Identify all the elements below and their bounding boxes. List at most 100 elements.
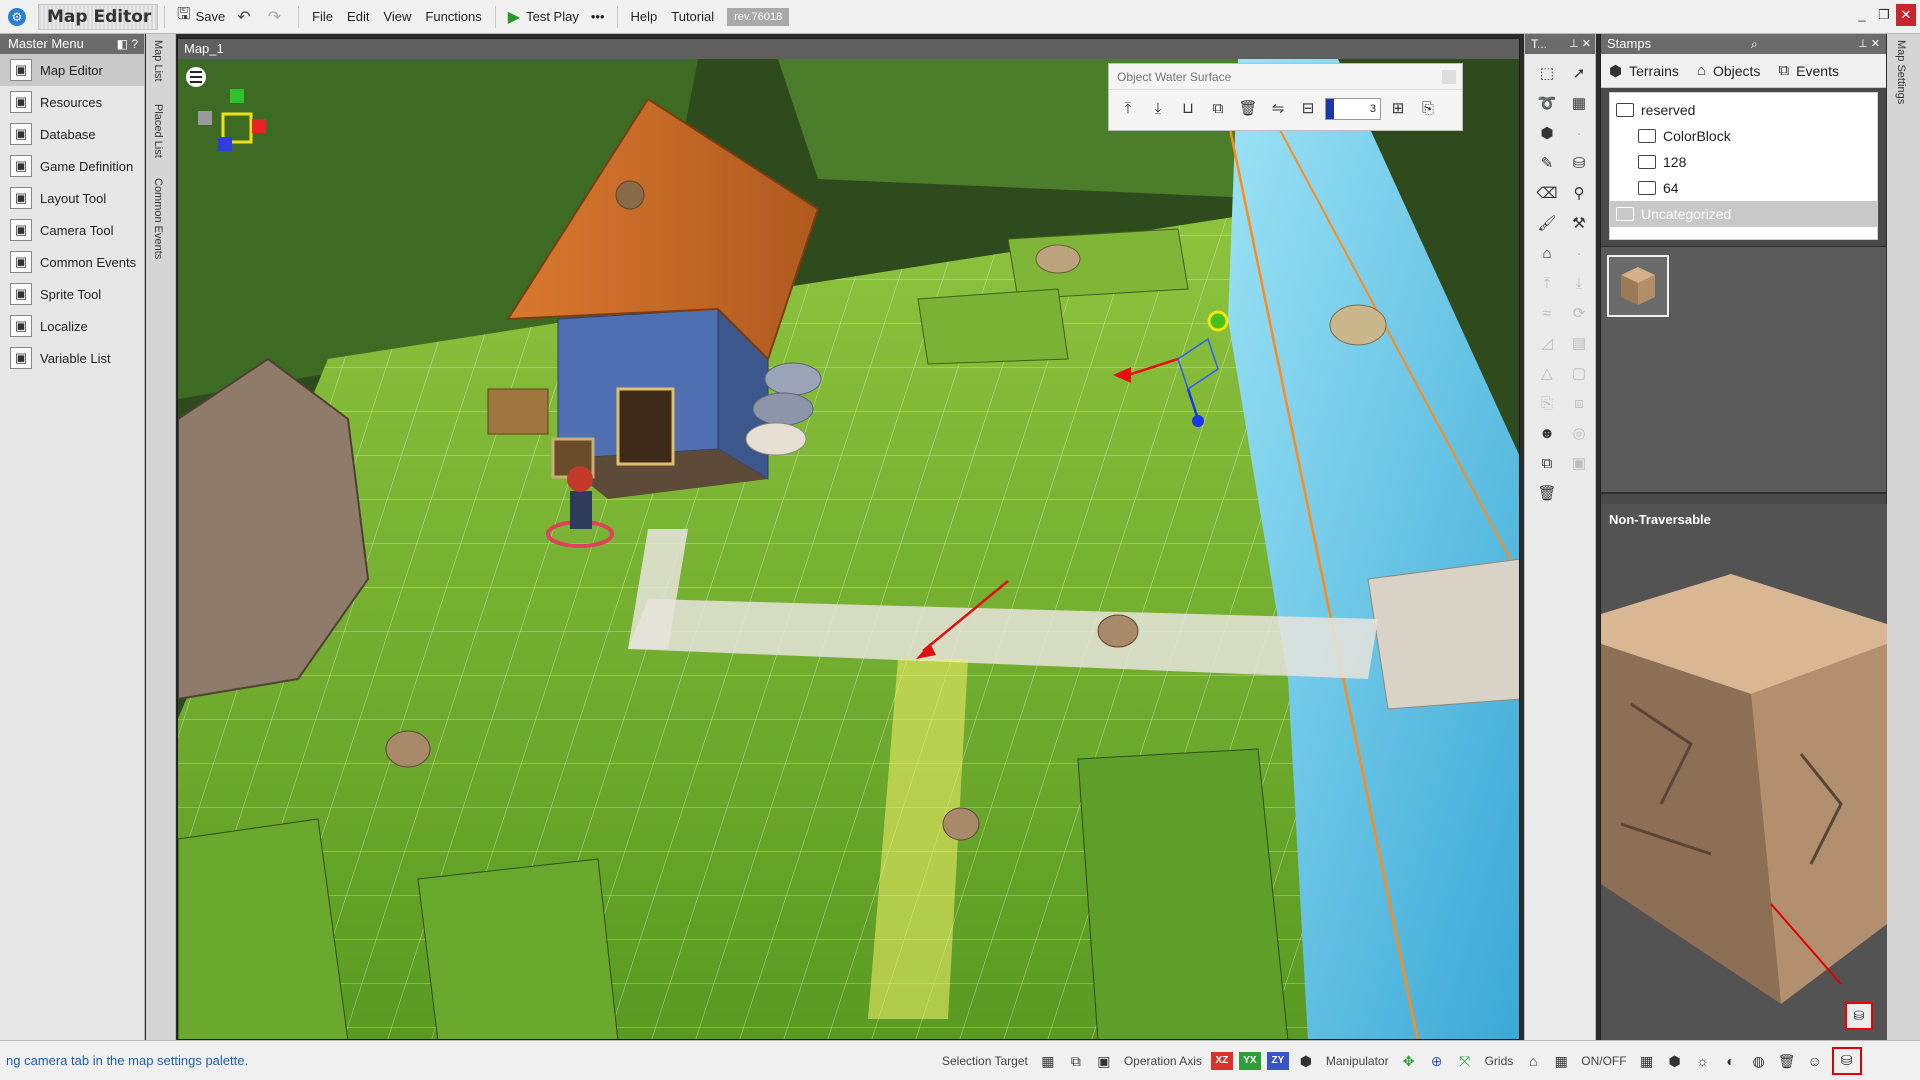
tab-map-list[interactable]: Map List [152,40,164,82]
duplicate-icon[interactable]: ⧉ [1533,450,1561,478]
master-menu-item[interactable]: ▣ Layout Tool [0,182,144,214]
slope-icon[interactable]: ◿ [1533,330,1561,358]
tab-common-events[interactable]: Common Events [152,178,164,259]
marquee-select-icon[interactable]: ⬚ [1533,60,1561,88]
redo-button[interactable]: ↷ [262,4,292,30]
lighting-icon[interactable]: ☼ [1692,1050,1714,1072]
raise-icon[interactable]: ⤒ [1115,96,1141,122]
more-button[interactable]: ••• [585,4,611,30]
grid-toggle-icon[interactable]: ⌂ [1522,1050,1544,1072]
terrain-toggle-icon[interactable]: ⬢ [1664,1050,1686,1072]
menu-help[interactable]: Help [624,4,665,30]
menu-functions[interactable]: Functions [418,4,488,30]
move-gizmo-icon[interactable]: ✥ [1398,1050,1420,1072]
close-window-button[interactable]: ✕ [1896,4,1916,26]
tree-folder-item[interactable]: reserved [1610,97,1877,123]
undo-button[interactable]: ↶ [231,4,261,30]
master-menu-item[interactable]: ▣ Game Definition [0,150,144,182]
character-toggle-icon[interactable]: ☺ [1804,1050,1826,1072]
stamp-thumbnail[interactable] [1607,255,1669,317]
brush-icon[interactable]: 🖌 [1533,210,1561,238]
collapse-icon[interactable]: ◧ ? [117,34,138,54]
bin-icon[interactable]: 🗑 [1776,1050,1798,1072]
tab-map-settings[interactable]: Map Settings [1895,40,1907,104]
menu-file[interactable]: File [305,4,340,30]
event-select-icon[interactable]: ▣ [1093,1050,1115,1072]
target-icon[interactable]: ◎ [1565,420,1593,448]
menu-tutorial[interactable]: Tutorial [664,4,721,30]
master-menu-item[interactable]: ▣ Map Editor [0,54,144,86]
test-play-button[interactable]: ▶ Test Play [502,4,585,30]
box-icon[interactable]: ▢ [1565,360,1593,388]
pin-close-icon[interactable]: ⊥ ✕ [1569,34,1591,54]
paste-icon[interactable]: ⎘ [1533,390,1561,418]
tree-folder-item[interactable]: 64 [1610,175,1877,201]
highlighted-settings-icon[interactable]: ⛁ [1845,1002,1873,1030]
house-icon[interactable]: ⌂ [1533,240,1561,268]
manipulator-icon[interactable]: ⬢ [1295,1050,1317,1072]
axis-yx-button[interactable]: YX [1238,1051,1261,1070]
lasso-icon[interactable]: ➰ [1533,90,1561,118]
tab-terrains[interactable]: ⬢ Terrains [1609,62,1679,80]
globe-icon[interactable]: ◍ [1748,1050,1770,1072]
minus-button[interactable]: ⊟ [1295,96,1321,122]
layer-grid-icon[interactable]: ▦ [1636,1050,1658,1072]
layer-icon[interactable]: ▤ [1565,330,1593,358]
pin-close-icon[interactable]: ⊥ ✕ [1858,34,1880,54]
minimize-button[interactable]: _ [1852,4,1872,26]
master-menu-item[interactable]: ▣ Camera Tool [0,214,144,246]
master-menu-item[interactable]: ▣ Localize [0,310,144,342]
master-menu-item[interactable]: ▣ Sprite Tool [0,278,144,310]
menu-view[interactable]: View [376,4,418,30]
tree-folder-item[interactable]: ColorBlock [1610,123,1877,149]
map-scene[interactable] [178,59,1520,1040]
rotate-gizmo-icon[interactable]: ⊕ [1426,1050,1448,1072]
tree-folder-item[interactable]: 128 [1610,149,1877,175]
grid-pattern-icon[interactable]: ▦ [1550,1050,1572,1072]
map-settings-camera-button[interactable]: ⛁ [1831,1046,1862,1075]
object-select-icon[interactable]: ⧉ [1065,1050,1087,1072]
scale-gizmo-icon[interactable]: ⤧ [1454,1050,1476,1072]
fog-icon[interactable]: ◐ [1720,1050,1742,1072]
restore-button[interactable]: ❐ [1874,4,1894,26]
axis-zy-button[interactable]: ZY [1266,1051,1289,1070]
copy-icon[interactable]: ⧉ [1205,96,1231,122]
menu-edit[interactable]: Edit [340,4,376,30]
save-button[interactable]: 🖫 Save [171,4,231,30]
eraser-icon[interactable]: ⌫ [1533,180,1561,208]
axis-xz-button[interactable]: XZ [1210,1051,1233,1070]
pointer-select-icon[interactable]: ➚ [1565,60,1593,88]
arrange-icon[interactable]: ⧈ [1565,390,1593,418]
stamp-brush-icon[interactable]: ⚒ [1565,210,1593,238]
map-viewport[interactable]: Map_1 Object Water Surface ⤒ ⤓ ⊔ ⧉ 🗑 ⇋ ⊟… [177,38,1520,1040]
clipboard-icon[interactable]: ▣ [1565,450,1593,478]
map-tab-title[interactable]: Map_1 [178,39,1519,59]
plus-button[interactable]: ⊞ [1385,96,1411,122]
smooth-icon[interactable]: ≈ [1533,300,1561,328]
character-icon[interactable]: ☻ [1533,420,1561,448]
rotate-icon[interactable]: ⟳ [1565,300,1593,328]
tab-events[interactable]: ⧉ Events [1778,62,1839,79]
tab-objects[interactable]: ⌂ Objects [1697,62,1761,79]
raise-terrain-icon[interactable]: ⤒ [1533,270,1561,298]
search-icon[interactable]: ⌕ [1751,34,1758,54]
fill-bucket-icon[interactable]: ⛁ [1565,150,1593,178]
delete-icon[interactable]: 🗑 [1235,96,1261,122]
tab-placed-list[interactable]: Placed List [152,104,164,158]
lower-icon[interactable]: ⤓ [1145,96,1171,122]
water-level-stepper[interactable]: 3 [1325,98,1381,120]
apply-icon[interactable]: ⎘ [1415,96,1441,122]
pencil-icon[interactable]: ✎ [1533,150,1561,178]
tile-grid-icon[interactable]: ▦ [1565,90,1593,118]
water-surface-close-button[interactable] [1442,70,1456,84]
master-menu-item[interactable]: ▣ Resources [0,86,144,118]
master-menu-item[interactable]: ▣ Database [0,118,144,150]
tree-folder-item[interactable]: Uncategorized [1610,201,1877,227]
eyedropper-icon[interactable]: ⚲ [1565,180,1593,208]
flip-icon[interactable]: ⇋ [1265,96,1291,122]
master-menu-item[interactable]: ▣ Common Events [0,246,144,278]
master-menu-item[interactable]: ▣ Variable List [0,342,144,374]
tile-select-icon[interactable]: ▦ [1037,1050,1059,1072]
triangle-icon[interactable]: △ [1533,360,1561,388]
cube-icon[interactable]: ⬢ [1533,120,1561,148]
